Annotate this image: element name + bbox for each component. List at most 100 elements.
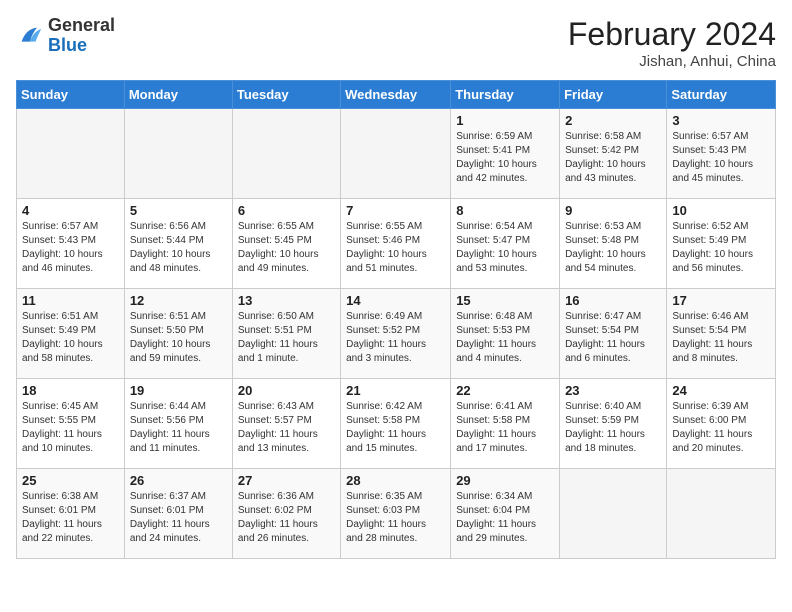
calendar-cell bbox=[667, 469, 776, 559]
calendar-cell bbox=[341, 109, 451, 199]
calendar-cell: 1 Sunrise: 6:59 AM Sunset: 5:41 PM Daylig… bbox=[451, 109, 560, 199]
calendar-cell: 24Sunrise: 6:39 AM Sunset: 6:00 PM Dayli… bbox=[667, 379, 776, 469]
calendar-cell: 21 Sunrise: 6:42 AM Sunset: 5:58 PM Dayli… bbox=[341, 379, 451, 469]
day-info: Sunrise: 6:59 AM Sunset: 5:41 PM Dayligh… bbox=[456, 130, 554, 186]
title-block: February 2024 Jishan, Anhui, China bbox=[568, 16, 776, 70]
day-number: 27 bbox=[238, 473, 335, 488]
day-info: Sunrise: 6:55 AM Sunset: 5:46 PM Dayligh… bbox=[346, 220, 445, 276]
calendar-cell bbox=[232, 109, 340, 199]
calendar-cell: 6 Sunrise: 6:55 AM Sunset: 5:45 PM Daylig… bbox=[232, 199, 340, 289]
day-info: Sunrise: 6:44 AM Sunset: 5:56 PM Dayligh… bbox=[130, 400, 227, 456]
day-number: 2 bbox=[565, 113, 661, 128]
calendar-cell: 3 Sunrise: 6:57 AM Sunset: 5:43 PM Daylig… bbox=[667, 109, 776, 199]
calendar-cell: 25 Sunrise: 6:38 AM Sunset: 6:01 PM Dayli… bbox=[17, 469, 125, 559]
day-number: 29 bbox=[456, 473, 554, 488]
calendar-cell: 5Sunrise: 6:56 AM Sunset: 5:44 PM Daylig… bbox=[124, 199, 232, 289]
calendar-cell: 26Sunrise: 6:37 AM Sunset: 6:01 PM Dayli… bbox=[124, 469, 232, 559]
day-number: 19 bbox=[130, 383, 227, 398]
calendar-cell: 27 Sunrise: 6:36 AM Sunset: 6:02 PM Dayli… bbox=[232, 469, 340, 559]
day-info: Sunrise: 6:57 AM Sunset: 5:43 PM Dayligh… bbox=[672, 130, 770, 186]
calendar-week-row: 4Sunrise: 6:57 AM Sunset: 5:43 PM Daylig… bbox=[17, 199, 776, 289]
day-number: 15 bbox=[456, 293, 554, 308]
day-of-week-header: Friday bbox=[560, 81, 667, 109]
day-info: Sunrise: 6:41 AM Sunset: 5:58 PM Dayligh… bbox=[456, 400, 554, 456]
day-info: Sunrise: 6:52 AM Sunset: 5:49 PM Dayligh… bbox=[672, 220, 770, 276]
calendar-table: SundayMondayTuesdayWednesdayThursdayFrid… bbox=[16, 80, 776, 559]
day-info: Sunrise: 6:53 AM Sunset: 5:48 PM Dayligh… bbox=[565, 220, 661, 276]
logo: General Blue bbox=[16, 16, 115, 56]
day-number: 1 bbox=[456, 113, 554, 128]
calendar-cell bbox=[17, 109, 125, 199]
day-info: Sunrise: 6:51 AM Sunset: 5:49 PM Dayligh… bbox=[22, 310, 119, 366]
day-info: Sunrise: 6:55 AM Sunset: 5:45 PM Dayligh… bbox=[238, 220, 335, 276]
day-number: 8 bbox=[456, 203, 554, 218]
day-info: Sunrise: 6:43 AM Sunset: 5:57 PM Dayligh… bbox=[238, 400, 335, 456]
calendar-cell: 22Sunrise: 6:41 AM Sunset: 5:58 PM Dayli… bbox=[451, 379, 560, 469]
day-info: Sunrise: 6:45 AM Sunset: 5:55 PM Dayligh… bbox=[22, 400, 119, 456]
day-info: Sunrise: 6:48 AM Sunset: 5:53 PM Dayligh… bbox=[456, 310, 554, 366]
day-info: Sunrise: 6:50 AM Sunset: 5:51 PM Dayligh… bbox=[238, 310, 335, 366]
day-number: 18 bbox=[22, 383, 119, 398]
day-number: 5 bbox=[130, 203, 227, 218]
day-info: Sunrise: 6:58 AM Sunset: 5:42 PM Dayligh… bbox=[565, 130, 661, 186]
day-number: 12 bbox=[130, 293, 227, 308]
calendar-week-row: 1 Sunrise: 6:59 AM Sunset: 5:41 PM Daylig… bbox=[17, 109, 776, 199]
day-number: 13 bbox=[238, 293, 335, 308]
day-info: Sunrise: 6:36 AM Sunset: 6:02 PM Dayligh… bbox=[238, 490, 335, 546]
day-info: Sunrise: 6:34 AM Sunset: 6:04 PM Dayligh… bbox=[456, 490, 554, 546]
day-of-week-header: Wednesday bbox=[341, 81, 451, 109]
day-of-week-header: Thursday bbox=[451, 81, 560, 109]
day-number: 7 bbox=[346, 203, 445, 218]
calendar-cell: 15 Sunrise: 6:48 AM Sunset: 5:53 PM Dayli… bbox=[451, 289, 560, 379]
calendar-cell bbox=[560, 469, 667, 559]
calendar-cell: 18 Sunrise: 6:45 AM Sunset: 5:55 PM Dayli… bbox=[17, 379, 125, 469]
day-info: Sunrise: 6:47 AM Sunset: 5:54 PM Dayligh… bbox=[565, 310, 661, 366]
calendar-week-row: 11Sunrise: 6:51 AM Sunset: 5:49 PM Dayli… bbox=[17, 289, 776, 379]
calendar-cell: 17 Sunrise: 6:46 AM Sunset: 5:54 PM Dayli… bbox=[667, 289, 776, 379]
day-info: Sunrise: 6:54 AM Sunset: 5:47 PM Dayligh… bbox=[456, 220, 554, 276]
day-number: 23 bbox=[565, 383, 661, 398]
calendar-title: February 2024 bbox=[568, 16, 776, 53]
day-of-week-header: Saturday bbox=[667, 81, 776, 109]
logo-blue: Blue bbox=[48, 36, 115, 56]
day-info: Sunrise: 6:40 AM Sunset: 5:59 PM Dayligh… bbox=[565, 400, 661, 456]
day-of-week-header: Monday bbox=[124, 81, 232, 109]
day-number: 4 bbox=[22, 203, 119, 218]
calendar-cell: 29 Sunrise: 6:34 AM Sunset: 6:04 PM Dayli… bbox=[451, 469, 560, 559]
day-number: 17 bbox=[672, 293, 770, 308]
day-of-week-header: Sunday bbox=[17, 81, 125, 109]
day-number: 26 bbox=[130, 473, 227, 488]
calendar-location: Jishan, Anhui, China bbox=[568, 53, 776, 70]
calendar-cell: 16 Sunrise: 6:47 AM Sunset: 5:54 PM Dayli… bbox=[560, 289, 667, 379]
calendar-cell bbox=[124, 109, 232, 199]
day-number: 25 bbox=[22, 473, 119, 488]
logo-bird-icon bbox=[16, 22, 44, 50]
calendar-cell: 9 Sunrise: 6:53 AM Sunset: 5:48 PM Daylig… bbox=[560, 199, 667, 289]
calendar-cell: 10 Sunrise: 6:52 AM Sunset: 5:49 PM Dayli… bbox=[667, 199, 776, 289]
calendar-cell: 13 Sunrise: 6:50 AM Sunset: 5:51 PM Dayli… bbox=[232, 289, 340, 379]
calendar-cell: 11Sunrise: 6:51 AM Sunset: 5:49 PM Dayli… bbox=[17, 289, 125, 379]
logo-general: General bbox=[48, 16, 115, 36]
day-info: Sunrise: 6:42 AM Sunset: 5:58 PM Dayligh… bbox=[346, 400, 445, 456]
day-number: 3 bbox=[672, 113, 770, 128]
day-number: 14 bbox=[346, 293, 445, 308]
day-number: 21 bbox=[346, 383, 445, 398]
calendar-cell: 8 Sunrise: 6:54 AM Sunset: 5:47 PM Daylig… bbox=[451, 199, 560, 289]
calendar-cell: 2 Sunrise: 6:58 AM Sunset: 5:42 PM Daylig… bbox=[560, 109, 667, 199]
page-header: General Blue February 2024 Jishan, Anhui… bbox=[16, 16, 776, 70]
day-number: 6 bbox=[238, 203, 335, 218]
day-number: 20 bbox=[238, 383, 335, 398]
calendar-cell: 14Sunrise: 6:49 AM Sunset: 5:52 PM Dayli… bbox=[341, 289, 451, 379]
day-info: Sunrise: 6:46 AM Sunset: 5:54 PM Dayligh… bbox=[672, 310, 770, 366]
day-number: 10 bbox=[672, 203, 770, 218]
day-of-week-header: Tuesday bbox=[232, 81, 340, 109]
calendar-cell: 12Sunrise: 6:51 AM Sunset: 5:50 PM Dayli… bbox=[124, 289, 232, 379]
calendar-cell: 28Sunrise: 6:35 AM Sunset: 6:03 PM Dayli… bbox=[341, 469, 451, 559]
calendar-cell: 19 Sunrise: 6:44 AM Sunset: 5:56 PM Dayli… bbox=[124, 379, 232, 469]
day-info: Sunrise: 6:39 AM Sunset: 6:00 PM Dayligh… bbox=[672, 400, 770, 456]
calendar-week-row: 18 Sunrise: 6:45 AM Sunset: 5:55 PM Dayli… bbox=[17, 379, 776, 469]
day-number: 16 bbox=[565, 293, 661, 308]
day-number: 9 bbox=[565, 203, 661, 218]
day-info: Sunrise: 6:38 AM Sunset: 6:01 PM Dayligh… bbox=[22, 490, 119, 546]
calendar-cell: 7 Sunrise: 6:55 AM Sunset: 5:46 PM Daylig… bbox=[341, 199, 451, 289]
